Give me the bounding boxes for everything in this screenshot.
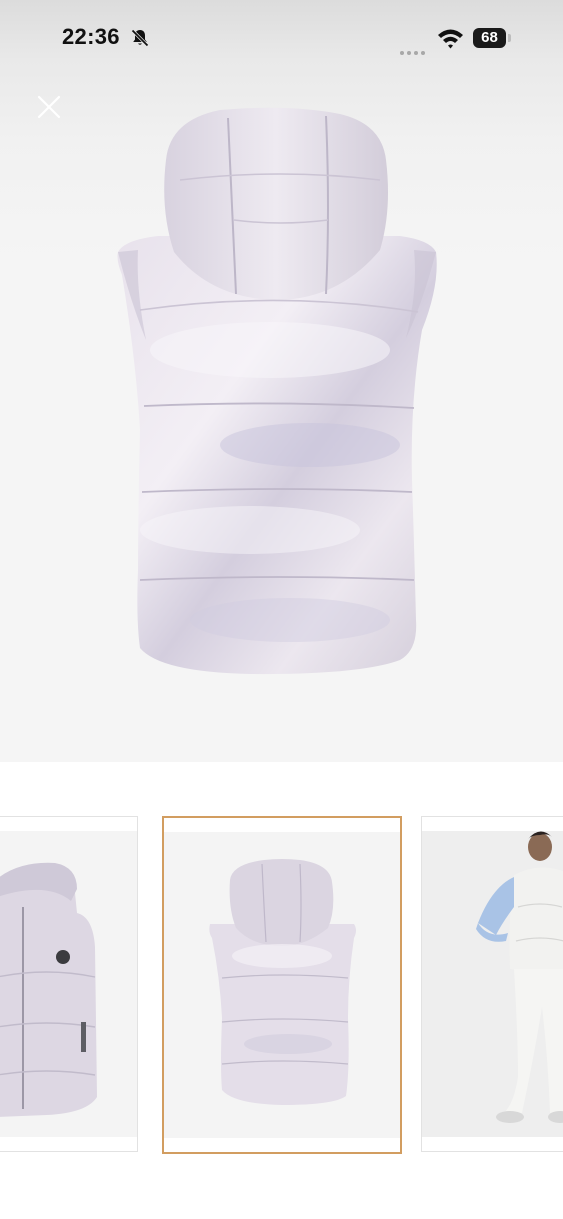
status-bar: 22:36 68: [0, 0, 563, 76]
thumbnail-model-view[interactable]: [421, 816, 563, 1152]
thumbnail-strip: [0, 816, 563, 1156]
bell-slash-icon: [131, 29, 149, 47]
thumbnail-back-view[interactable]: [162, 816, 402, 1154]
status-time: 22:36: [62, 24, 120, 49]
battery-cap: [508, 34, 511, 42]
product-image-viewer: 22:36 68: [0, 0, 563, 762]
thumbnail-front-view[interactable]: [0, 816, 138, 1152]
thumbnail-back-view-image: [209, 859, 356, 1105]
thumbnail-model-view-image: [476, 831, 563, 1123]
close-icon[interactable]: [34, 92, 64, 122]
battery-icon: 68: [473, 28, 506, 48]
thumbnail-front-view-image: [0, 862, 97, 1117]
wifi-icon: [438, 29, 463, 49]
product-main-image[interactable]: [100, 100, 450, 690]
signal-dots-icon: [400, 42, 428, 60]
